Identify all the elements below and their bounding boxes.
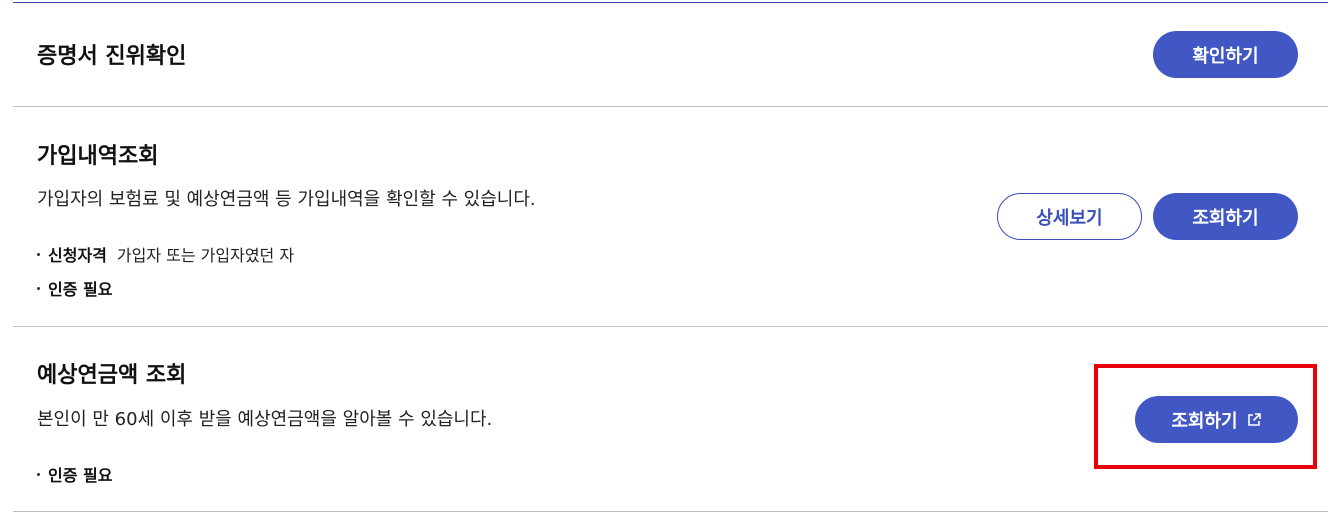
subscription-inquiry-button[interactable]: 조회하기 bbox=[1153, 193, 1298, 240]
highlight-box bbox=[1094, 364, 1317, 469]
eligibility-value: 가입자 또는 가입자였던 자 bbox=[116, 246, 295, 265]
subscription-eligibility: 신청자격 가입자 또는 가입자였던 자 bbox=[37, 242, 294, 266]
bullet-dot bbox=[37, 473, 40, 476]
divider bbox=[13, 511, 1328, 512]
subscription-auth: 인증 필요 bbox=[37, 276, 112, 300]
auth-required-label: 인증 필요 bbox=[48, 280, 113, 299]
subscription-detail-button[interactable]: 상세보기 bbox=[997, 193, 1142, 240]
divider bbox=[13, 326, 1328, 327]
pension-description: 본인이 만 60세 이후 받을 예상연금액을 알아볼 수 있습니다. bbox=[37, 409, 493, 430]
verify-confirm-button[interactable]: 확인하기 bbox=[1153, 31, 1298, 78]
divider bbox=[13, 106, 1328, 107]
top-border bbox=[13, 2, 1328, 3]
pension-title: 예상연금액 조회 bbox=[37, 363, 187, 388]
verify-title: 증명서 진위확인 bbox=[37, 44, 187, 69]
bullet-dot bbox=[37, 253, 40, 256]
page: 증명서 진위확인 확인하기 가입내역조회 가입자의 보험료 및 예상연금액 등 … bbox=[0, 0, 1341, 515]
bullet-dot bbox=[37, 287, 40, 290]
subscription-title: 가입내역조회 bbox=[37, 144, 159, 169]
subscription-description: 가입자의 보험료 및 예상연금액 등 가입내역을 확인할 수 있습니다. bbox=[37, 189, 536, 210]
auth-required-label: 인증 필요 bbox=[48, 466, 113, 485]
pension-auth: 인증 필요 bbox=[37, 462, 112, 486]
eligibility-label: 신청자격 bbox=[48, 246, 107, 265]
